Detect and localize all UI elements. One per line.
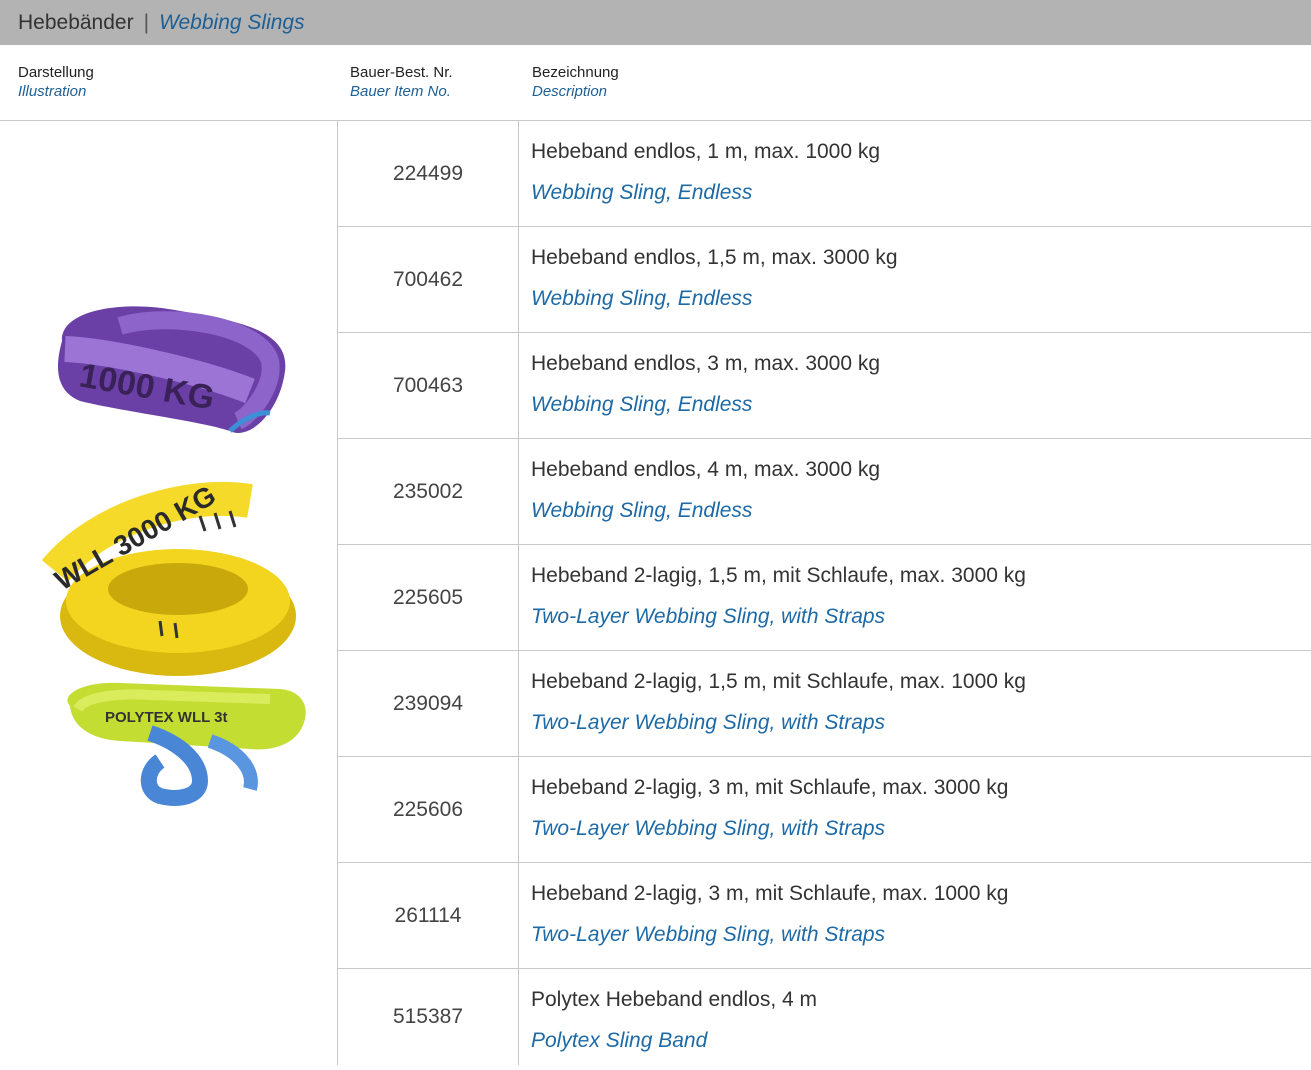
item-number: 700463: [392, 373, 464, 397]
header-illustration-en: Illustration: [18, 83, 87, 100]
header-description-de: Bezeichnung: [532, 64, 619, 81]
table-row: 224499 Hebeband endlos, 1 m, max. 1000 k…: [338, 121, 1311, 227]
yellow-endless-sling: WLL 3000 KG: [41, 479, 296, 676]
table-row: 515387 Polytex Hebeband endlos, 4 m Poly…: [338, 969, 1311, 1065]
description-german: Hebeband 2-lagig, 1,5 m, mit Schlaufe, m…: [531, 670, 1026, 693]
description-english: Webbing Sling, Endless: [531, 287, 753, 310]
table-row: 700463 Hebeband endlos, 3 m, max. 3000 k…: [338, 333, 1311, 439]
description-english: Two-Layer Webbing Sling, with Straps: [531, 711, 886, 734]
description-english: Webbing Sling, Endless: [531, 499, 753, 522]
description-german: Hebeband 2-lagig, 1,5 m, mit Schlaufe, m…: [531, 564, 1026, 587]
description-german: Hebeband 2-lagig, 3 m, mit Schlaufe, max…: [531, 882, 1009, 905]
polytex-sling: POLYTEX WLL 3t: [67, 682, 306, 806]
header-description: Bezeichnung Description: [532, 63, 619, 101]
header-description-en: Description: [532, 83, 608, 100]
svg-text:POLYTEX WLL 3t: POLYTEX WLL 3t: [105, 709, 228, 726]
item-number: 225606: [392, 797, 464, 821]
description-german: Hebeband endlos, 1,5 m, max. 3000 kg: [531, 246, 898, 269]
item-number: 224499: [392, 161, 464, 185]
product-illustrations: 1000 KG WLL 3000 KG POLYTEX WLL 3t: [41, 306, 306, 806]
table-row: 261114 Hebeband 2-lagig, 3 m, mit Schlau…: [338, 863, 1311, 969]
description-german: Hebeband endlos, 3 m, max. 3000 kg: [531, 352, 881, 375]
description-german: Polytex Hebeband endlos, 4 m: [531, 988, 818, 1011]
description-english: Two-Layer Webbing Sling, with Straps: [531, 923, 886, 946]
section-title-bar: Hebebänder | Webbing Slings: [0, 0, 1311, 45]
item-number: 700462: [392, 267, 464, 291]
item-number: 515387: [392, 1005, 464, 1028]
title-english: Webbing Slings: [159, 11, 305, 34]
table-header: Darstellung Illustration Bauer-Best. Nr.…: [0, 45, 1311, 121]
description-german: Hebeband endlos, 4 m, max. 3000 kg: [531, 458, 881, 481]
title-separator: |: [143, 11, 150, 34]
table-row: 235002 Hebeband endlos, 4 m, max. 3000 k…: [338, 439, 1311, 545]
header-illustration-de: Darstellung: [18, 64, 94, 81]
header-item-no: Bauer-Best. Nr. Bauer Item No.: [350, 63, 453, 101]
table-row: 225606 Hebeband 2-lagig, 3 m, mit Schlau…: [338, 757, 1311, 863]
table-row: 225605 Hebeband 2-lagig, 1,5 m, mit Schl…: [338, 545, 1311, 651]
item-number: 235002: [392, 479, 464, 503]
description-german: Hebeband 2-lagig, 3 m, mit Schlaufe, max…: [531, 776, 1009, 799]
description-english: Polytex Sling Band: [531, 1029, 708, 1052]
description-german: Hebeband endlos, 1 m, max. 1000 kg: [531, 140, 881, 163]
illustration-column: 1000 KG WLL 3000 KG POLYTEX WLL 3t: [0, 121, 337, 1065]
description-english: Two-Layer Webbing Sling, with Straps: [531, 817, 886, 840]
item-number: 261114: [394, 903, 462, 927]
description-english: Webbing Sling, Endless: [531, 393, 753, 416]
item-number: 225605: [392, 585, 464, 609]
table-row: 700462 Hebeband endlos, 1,5 m, max. 3000…: [338, 227, 1311, 333]
title-german: Hebebänder: [18, 11, 134, 34]
table-row: 239094 Hebeband 2-lagig, 1,5 m, mit Schl…: [338, 651, 1311, 757]
purple-endless-sling: 1000 KG: [57, 306, 286, 433]
description-english: Webbing Sling, Endless: [531, 181, 753, 204]
description-english: Two-Layer Webbing Sling, with Straps: [531, 605, 886, 628]
header-illustration: Darstellung Illustration: [18, 63, 94, 101]
item-number: 239094: [392, 691, 464, 715]
header-item-no-en: Bauer Item No.: [350, 83, 451, 100]
header-item-no-de: Bauer-Best. Nr.: [350, 64, 453, 81]
